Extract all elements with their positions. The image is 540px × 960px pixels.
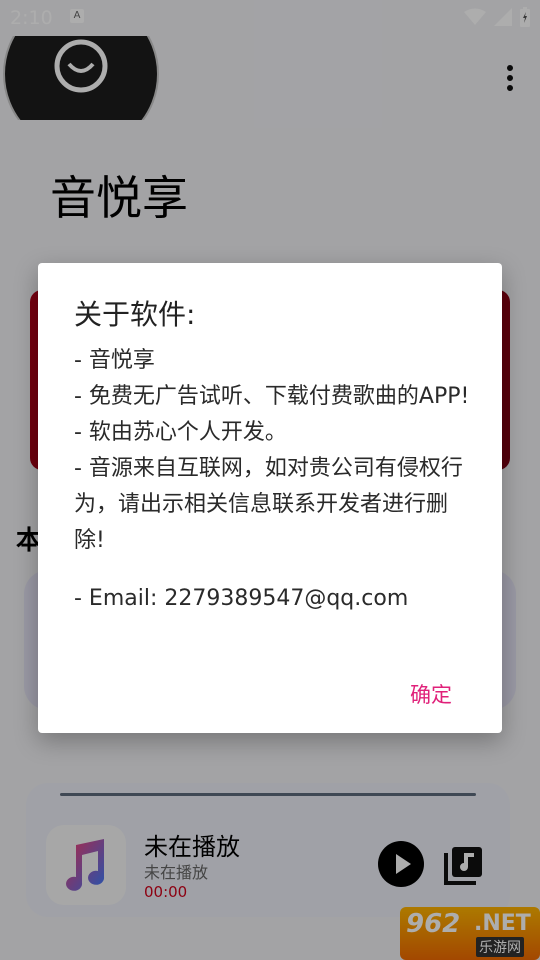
dialog-email: - Email: 2279389547@qq.com [74,586,409,611]
dialog-line: - 软由苏心个人开发。 [74,420,287,445]
confirm-button[interactable]: 确定 [406,675,456,713]
about-dialog: 关于软件: - 音悦享 - 免费无广告试听、下载付费歌曲的APP! - 软由苏心… [38,263,502,733]
dialog-line: - 音源来自互联网，如对贵公司有侵权行为，请出示相关信息联系开发者进行删除! [74,456,463,553]
dialog-body: - 音悦享 - 免费无广告试听、下载付费歌曲的APP! - 软由苏心个人开发。 … [74,343,474,617]
dialog-title: 关于软件: [74,298,196,331]
dialog-line: - 免费无广告试听、下载付费歌曲的APP! [74,384,470,409]
dialog-line: - 音悦享 [74,348,155,373]
